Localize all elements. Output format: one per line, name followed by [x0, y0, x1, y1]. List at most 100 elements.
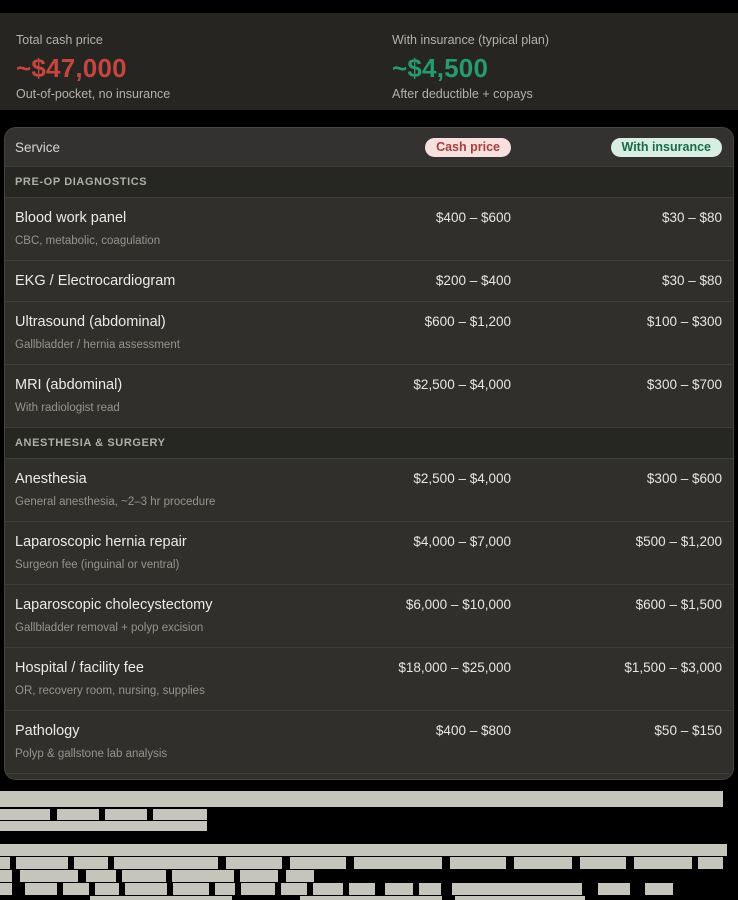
service-cell: Laparoscopic cholecystectomy Gallbladder …: [15, 595, 351, 636]
service-cell: Hospital / facility fee OR, recovery room…: [15, 658, 351, 699]
redacted-line: [450, 857, 506, 869]
redacted-line: [90, 896, 232, 900]
cash-summary-note: Out-of-pocket, no insurance: [16, 86, 346, 102]
redacted-line: [0, 821, 207, 831]
redacted-line: [290, 857, 346, 869]
table-row: MRI (abdominal)With radiologist read$2,5…: [5, 364, 733, 427]
cash-price-cell: $400 – $600: [351, 208, 511, 228]
service-cell: Blood work panelCBC, metabolic, coagulat…: [15, 208, 351, 249]
section-header-row: PRE-OP DIAGNOSTICS: [5, 166, 733, 198]
redacted-line: [105, 809, 147, 820]
redacted-line: [698, 857, 723, 869]
redacted-line: [645, 883, 673, 895]
insurance-price-cell: $30 – $80: [511, 208, 722, 228]
service-cell: PathologyPolyp & gallstone lab analysis: [15, 721, 351, 762]
service-description: General anesthesia, ~2–3 hr procedure: [15, 495, 351, 510]
redacted-line: [455, 896, 585, 900]
service-name: Laparoscopic hernia repair: [15, 532, 351, 552]
redacted-line: [349, 883, 375, 895]
pricing-table-card: Service Cash price With insurance PRE-OP…: [4, 127, 734, 780]
redacted-line: [514, 857, 572, 869]
table-row: Ultrasound (abdominal) Gallbladder / hern…: [5, 301, 733, 364]
redacted-line: [0, 844, 727, 856]
cash-summary-value: ~$47,000: [16, 53, 346, 83]
service-name: Anesthesia: [15, 469, 351, 489]
redacted-line: [114, 857, 218, 869]
cash-summary-label: Total cash price: [16, 32, 346, 48]
redacted-line: [153, 809, 207, 820]
redacted-line: [452, 883, 582, 895]
redacted-line: [281, 883, 307, 895]
insurance-price-cell: $300 – $700: [511, 375, 722, 395]
cash-price-cell: $6,000 – $10,000: [351, 595, 511, 615]
cash-price-cell: $600 – $1,200: [351, 312, 511, 332]
redacted-line: [74, 857, 108, 869]
cash-price-cell: $4,000 – $7,000: [351, 532, 511, 552]
service-name: Ultrasound (abdominal): [15, 312, 351, 332]
redacted-line: [95, 883, 119, 895]
table-row: Hospital / facility fee OR, recovery room…: [5, 647, 733, 710]
service-description: CBC, metabolic, coagulation: [15, 234, 351, 249]
table-row: Laparoscopic hernia repair Surgeon fee (i…: [5, 521, 733, 584]
insurance-summary-note: After deductible + copays: [392, 86, 722, 102]
redacted-line: [300, 896, 442, 900]
redacted-line: [0, 809, 50, 820]
redacted-line: [354, 857, 442, 869]
table-row: Blood work panelCBC, metabolic, coagulat…: [5, 198, 733, 260]
redacted-line: [173, 883, 209, 895]
service-description: Gallbladder removal + polyp excision: [15, 621, 351, 636]
redacted-line: [172, 870, 234, 882]
cash-price-cell: $400 – $800: [351, 721, 511, 741]
redacted-line: [240, 870, 278, 882]
table-header-row: Service Cash price With insurance: [5, 128, 733, 166]
service-name: EKG / Electrocardiogram: [15, 271, 351, 291]
estimated-total-row: Estimated total ~$35,000 – $53,000 ~$3,4…: [5, 773, 733, 780]
service-description: With radiologist read: [15, 401, 351, 416]
service-description: Surgeon fee (inguinal or ventral): [15, 558, 351, 573]
redacted-line: [286, 870, 314, 882]
service-description: Gallbladder / hernia assessment: [15, 338, 351, 353]
redacted-line: [0, 870, 12, 882]
redacted-line: [0, 791, 723, 807]
service-cell: Ultrasound (abdominal) Gallbladder / hern…: [15, 312, 351, 353]
service-name: Laparoscopic cholecystectomy: [15, 595, 351, 615]
insurance-price-cell: $300 – $600: [511, 469, 722, 489]
redacted-line: [0, 857, 10, 869]
cash-price-cell: $2,500 – $4,000: [351, 469, 511, 489]
redacted-line: [226, 857, 282, 869]
insurance-summary-card: With insurance (typical plan) ~$4,500 Af…: [392, 32, 722, 110]
table-row: EKG / Electrocardiogram$200 – $400$30 – …: [5, 260, 733, 301]
insurance-price-cell: $50 – $150: [511, 721, 722, 741]
service-cell: Anesthesia General anesthesia, ~2–3 hr pr…: [15, 469, 351, 510]
service-column-header: Service: [15, 140, 351, 155]
service-description: OR, recovery room, nursing, supplies: [15, 684, 351, 699]
service-name: Hospital / facility fee: [15, 658, 351, 678]
redacted-line: [634, 857, 692, 869]
redacted-line: [16, 857, 68, 869]
redacted-line: [419, 883, 441, 895]
redacted-line: [122, 870, 166, 882]
redacted-line: [598, 883, 630, 895]
redacted-line: [241, 883, 275, 895]
table-row: Laparoscopic cholecystectomy Gallbladder …: [5, 584, 733, 647]
redacted-line: [125, 883, 167, 895]
cash-price-cell: $18,000 – $25,000: [351, 658, 511, 678]
insurance-summary-value: ~$4,500: [392, 53, 722, 83]
insurance-price-cell: $600 – $1,500: [511, 595, 722, 615]
insurance-price-cell: $1,500 – $3,000: [511, 658, 722, 678]
redacted-line: [20, 870, 78, 882]
insurance-price-cell: $100 – $300: [511, 312, 722, 332]
table-body: PRE-OP DIAGNOSTICS Blood work panelCBC, m…: [5, 166, 733, 773]
with-insurance-badge: With insurance: [611, 138, 722, 157]
redacted-line: [86, 870, 116, 882]
cash-summary-card: Total cash price ~$47,000 Out-of-pocket,…: [16, 32, 346, 110]
redacted-line: [215, 883, 235, 895]
redacted-line: [313, 883, 343, 895]
table-row: PathologyPolyp & gallstone lab analysis$…: [5, 710, 733, 773]
cash-price-cell: $2,500 – $4,000: [351, 375, 511, 395]
redacted-line: [580, 857, 626, 869]
redacted-line: [57, 809, 99, 820]
insurance-price-cell: $30 – $80: [511, 271, 722, 291]
service-cell: MRI (abdominal)With radiologist read: [15, 375, 351, 416]
cash-price-badge: Cash price: [425, 138, 511, 157]
